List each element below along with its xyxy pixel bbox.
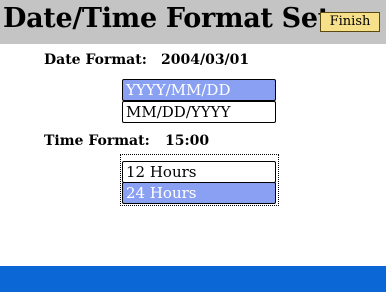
date-format-option-yyyy-mm-dd[interactable]: YYYY/MM/DD bbox=[122, 79, 276, 101]
time-format-option-24-hours[interactable]: 24 Hours bbox=[122, 182, 276, 204]
time-format-current-value: 15:00 bbox=[165, 133, 210, 149]
date-format-label: Date Format: bbox=[44, 52, 147, 68]
date-format-current-value: 2004/03/01 bbox=[161, 52, 250, 68]
time-format-label: Time Format: bbox=[44, 133, 150, 149]
finish-button[interactable]: Finish bbox=[320, 12, 380, 32]
time-format-option-12-hours[interactable]: 12 Hours bbox=[122, 161, 276, 183]
date-format-option-mm-dd-yyyy[interactable]: MM/DD/YYYY bbox=[122, 101, 276, 123]
page-title: Date/Time Format Set... bbox=[3, 3, 358, 34]
bottom-bar bbox=[0, 266, 386, 292]
header-bar: Date/Time Format Set... Finish bbox=[0, 0, 386, 44]
